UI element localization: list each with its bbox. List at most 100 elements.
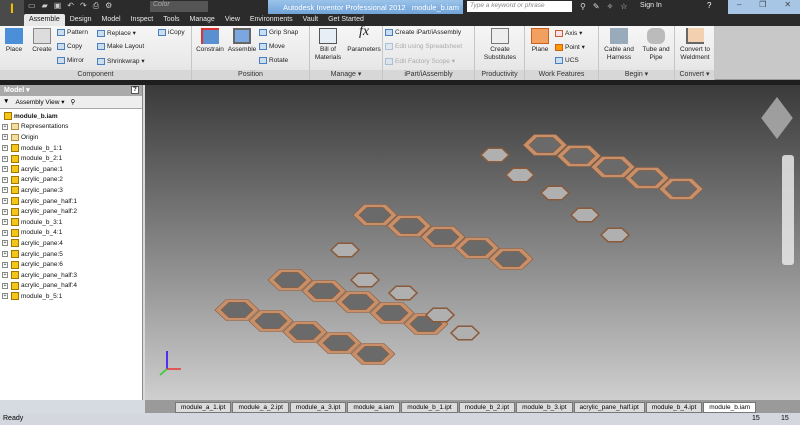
parameters-button[interactable]: fx Parameters bbox=[346, 25, 382, 54]
satellite-icon[interactable]: ✧ bbox=[607, 2, 614, 11]
star-icon[interactable]: ☆ bbox=[620, 2, 627, 11]
edit-spreadsheet-button[interactable]: Edit using Spreadsheet bbox=[385, 43, 462, 50]
acrylic-pane[interactable] bbox=[599, 227, 631, 243]
cable-harness-button[interactable]: Cable and Harness bbox=[601, 28, 637, 62]
tree-item[interactable]: + acrylic_pane:5 bbox=[2, 249, 140, 260]
tree-item[interactable]: + module_b_4:1 bbox=[2, 228, 140, 239]
minimize-button[interactable]: – bbox=[737, 0, 741, 14]
tree-item[interactable]: + module_b_3:1 bbox=[2, 217, 140, 228]
save-icon[interactable]: ▣ bbox=[54, 1, 62, 11]
tab-environments[interactable]: Environments bbox=[245, 14, 298, 26]
binoculars-icon[interactable]: ⚲ bbox=[580, 2, 586, 11]
begin-panel-label[interactable]: Begin ▾ bbox=[599, 70, 674, 80]
tree-root[interactable]: module_b.iam bbox=[2, 111, 140, 122]
tree-item[interactable]: + module_b_5:1 bbox=[2, 291, 140, 302]
tab-manage[interactable]: Manage bbox=[185, 14, 220, 26]
find-icon[interactable]: ⚲ bbox=[70, 98, 75, 106]
expand-icon[interactable]: + bbox=[2, 176, 8, 183]
copy-button[interactable]: Copy bbox=[57, 43, 82, 50]
icopy-button[interactable]: iCopy bbox=[158, 29, 185, 36]
tree-item[interactable]: + module_b_2:1 bbox=[2, 153, 140, 164]
expand-icon[interactable]: + bbox=[2, 251, 8, 258]
mirror-button[interactable]: Mirror bbox=[57, 57, 84, 64]
tree-item[interactable]: + acrylic_pane:3 bbox=[2, 185, 140, 196]
document-tab[interactable]: module_a_1.ipt bbox=[175, 402, 232, 413]
convert-panel-label[interactable]: Convert ▾ bbox=[675, 70, 714, 80]
graphics-window[interactable] bbox=[145, 85, 800, 400]
expand-icon[interactable]: + bbox=[2, 261, 8, 268]
rotate-button[interactable]: Rotate bbox=[259, 57, 288, 64]
document-tab[interactable]: module_b_3.ipt bbox=[516, 402, 573, 413]
help-icon[interactable]: ? bbox=[131, 86, 139, 94]
assemble-button[interactable]: Assemble bbox=[227, 28, 257, 54]
acrylic-pane[interactable] bbox=[329, 242, 361, 258]
make-layout-button[interactable]: Make Layout bbox=[97, 43, 144, 50]
tree-item[interactable]: + acrylic_pane_half:2 bbox=[2, 206, 140, 217]
shrinkwrap-button[interactable]: Shrinkwrap ▾ bbox=[97, 57, 145, 65]
pattern-button[interactable]: Pattern bbox=[57, 29, 88, 36]
manage-panel-label[interactable]: Manage ▾ bbox=[310, 70, 382, 80]
plane-button[interactable]: Plane bbox=[529, 28, 551, 54]
expand-icon[interactable]: + bbox=[2, 282, 8, 289]
tab-view[interactable]: View bbox=[220, 14, 245, 26]
axis-button[interactable]: Axis ▾ bbox=[555, 29, 582, 37]
close-button[interactable]: ✕ bbox=[784, 0, 791, 14]
convert-weldment-button[interactable]: Convert to Weldment bbox=[677, 28, 713, 62]
tab-model[interactable]: Model bbox=[97, 14, 126, 26]
tab-design[interactable]: Design bbox=[65, 14, 97, 26]
new-icon[interactable]: ▭ bbox=[28, 1, 36, 11]
expand-icon[interactable]: + bbox=[2, 229, 8, 236]
tube-pipe-button[interactable]: Tube and Pipe bbox=[639, 28, 673, 62]
color-select[interactable]: Color bbox=[150, 1, 208, 12]
document-tab[interactable]: module_a.iam bbox=[347, 402, 401, 413]
acrylic-pane[interactable] bbox=[569, 207, 601, 223]
expand-icon[interactable]: + bbox=[2, 145, 8, 152]
tab-vault[interactable]: Vault bbox=[298, 14, 323, 26]
tree-item[interactable]: + acrylic_pane:4 bbox=[2, 238, 140, 249]
document-tab[interactable]: module_a_3.ipt bbox=[289, 402, 347, 413]
move-button[interactable]: Move bbox=[259, 43, 285, 50]
filter-icon[interactable]: ▼ bbox=[3, 98, 9, 106]
tree-item[interactable]: + acrylic_pane_half:1 bbox=[2, 196, 140, 207]
expand-icon[interactable]: + bbox=[2, 272, 8, 279]
project-icon[interactable]: ⚙ bbox=[105, 1, 112, 11]
bill-of-materials-button[interactable]: Bill of Materials bbox=[312, 28, 344, 62]
expand-icon[interactable]: + bbox=[2, 155, 8, 162]
document-tab[interactable]: module_b.iam bbox=[703, 402, 757, 413]
document-tab[interactable]: module_b_2.ipt bbox=[458, 402, 516, 413]
edit-factory-scope-button[interactable]: Edit Factory Scope ▾ bbox=[385, 57, 455, 65]
place-button[interactable]: Place bbox=[3, 28, 25, 54]
help-icon[interactable]: ? bbox=[707, 1, 711, 10]
wrench-icon[interactable]: ✎ bbox=[593, 2, 600, 11]
tree-item[interactable]: + Representations bbox=[2, 122, 140, 133]
grip-snap-button[interactable]: Grip Snap bbox=[259, 29, 298, 36]
assembly-view-select[interactable]: Assembly View ▾ bbox=[15, 98, 64, 106]
create-substitutes-button[interactable]: Create Substitutes bbox=[478, 28, 522, 62]
expand-icon[interactable]: + bbox=[2, 293, 8, 300]
application-menu-button[interactable]: I bbox=[0, 0, 24, 26]
tree-item[interactable]: + acrylic_pane_half:3 bbox=[2, 270, 140, 281]
acrylic-pane[interactable] bbox=[424, 307, 456, 323]
replace-button[interactable]: Replace ▾ bbox=[97, 29, 136, 37]
redo-icon[interactable]: ↷ bbox=[80, 1, 87, 11]
tree-item[interactable]: + acrylic_pane:6 bbox=[2, 259, 140, 270]
expand-icon[interactable]: + bbox=[2, 166, 8, 173]
acrylic-pane[interactable] bbox=[449, 325, 481, 341]
acrylic-pane[interactable] bbox=[387, 285, 419, 301]
tree-item[interactable]: + acrylic_pane:1 bbox=[2, 164, 140, 175]
assembly-model[interactable] bbox=[145, 85, 800, 400]
expand-icon[interactable]: + bbox=[2, 219, 8, 226]
acrylic-pane[interactable] bbox=[539, 185, 571, 201]
expand-icon[interactable]: + bbox=[2, 240, 8, 247]
tree-item[interactable]: + module_b_1:1 bbox=[2, 143, 140, 154]
open-icon[interactable]: ▰ bbox=[42, 1, 48, 11]
ucs-button[interactable]: UCS bbox=[555, 57, 579, 64]
restore-button[interactable]: ❐ bbox=[759, 0, 766, 14]
expand-icon[interactable]: + bbox=[2, 198, 8, 205]
constrain-button[interactable]: Constrain bbox=[194, 28, 226, 54]
expand-icon[interactable]: + bbox=[2, 123, 8, 130]
tab-inspect[interactable]: Inspect bbox=[126, 14, 159, 26]
document-tab[interactable]: module_b_1.ipt bbox=[401, 402, 458, 413]
create-button[interactable]: Create bbox=[29, 28, 55, 54]
undo-icon[interactable]: ↶ bbox=[67, 1, 74, 11]
